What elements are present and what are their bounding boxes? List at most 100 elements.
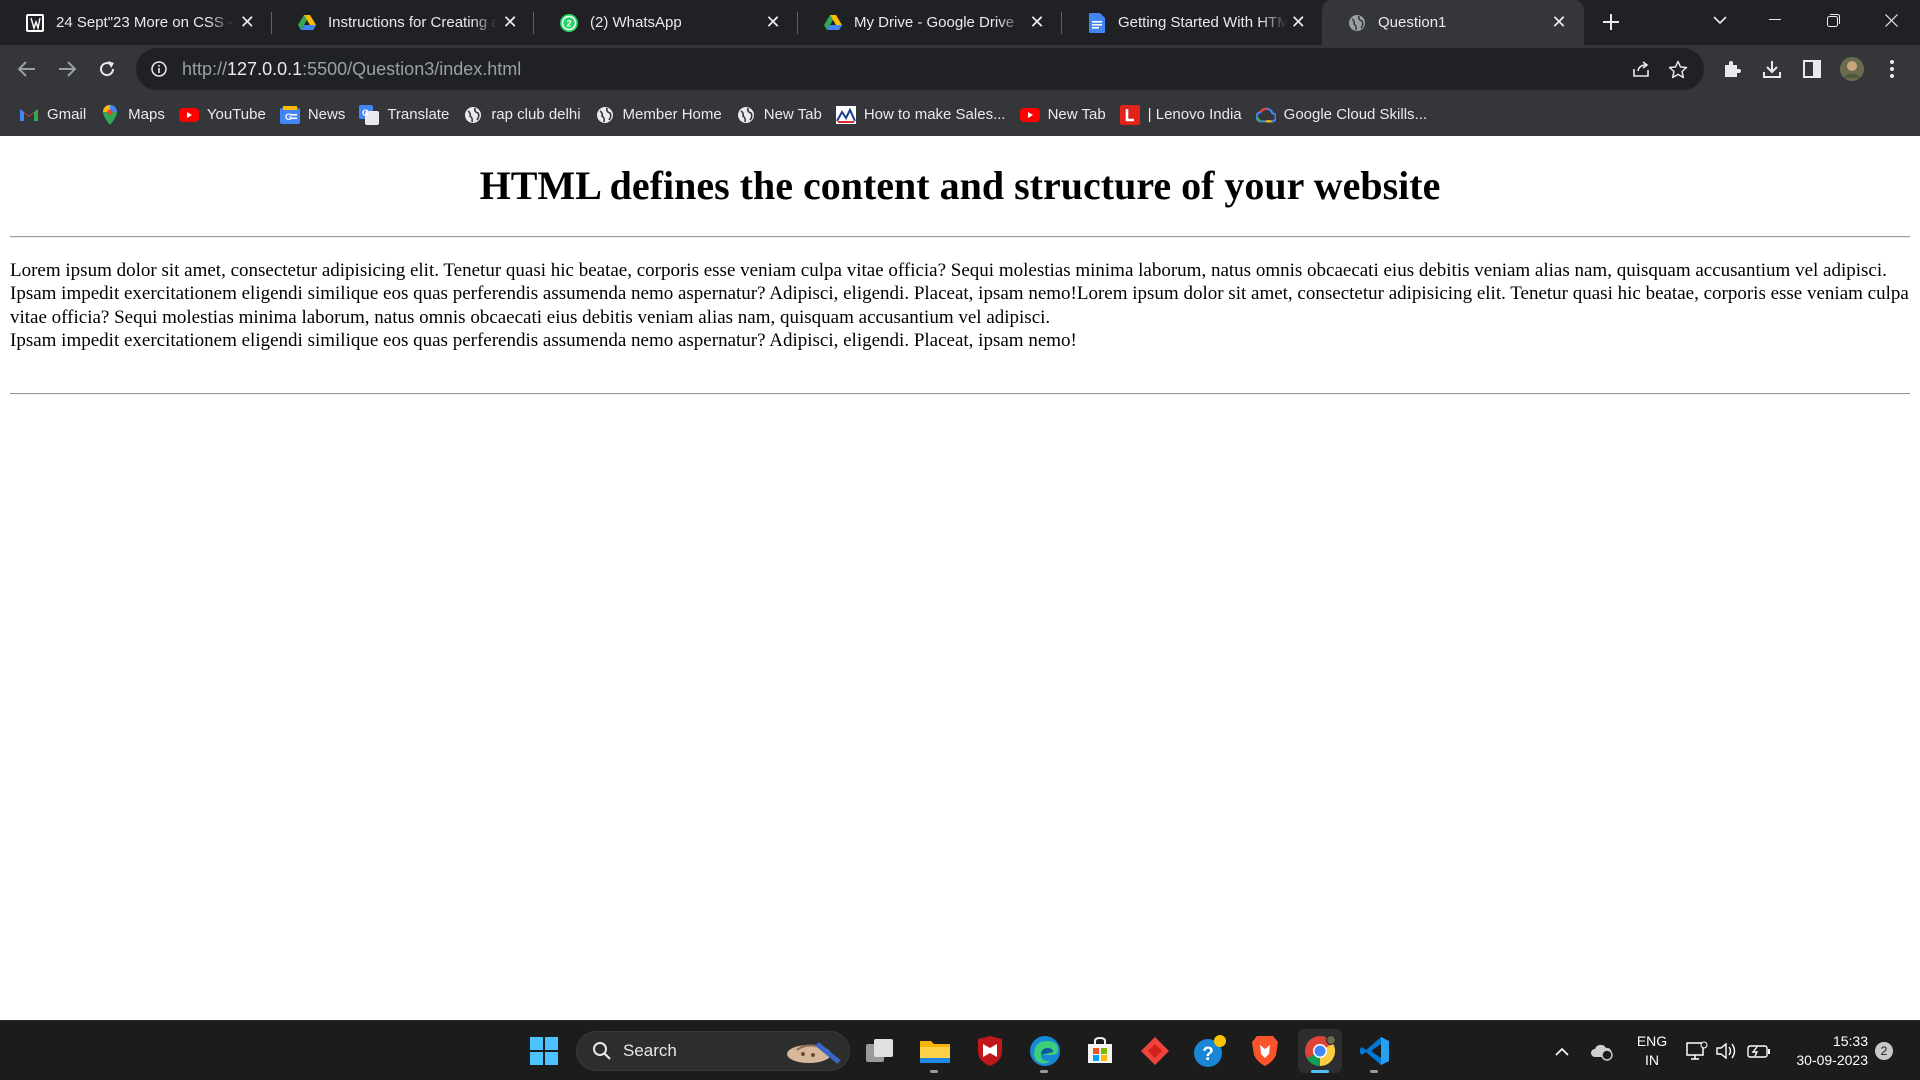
share-icon[interactable] — [1624, 51, 1660, 87]
bookmark-gmail[interactable]: Gmail — [12, 99, 93, 131]
new-tab-button[interactable] — [1595, 6, 1627, 38]
active-indicator — [1311, 1070, 1329, 1073]
toolbar-actions — [1712, 45, 1912, 93]
help-icon[interactable]: ? — [1188, 1029, 1232, 1073]
tab-question1-active[interactable]: Question1 ✕ — [1322, 0, 1584, 45]
globe-icon — [736, 105, 756, 125]
running-indicator — [1370, 1070, 1378, 1073]
globe-icon — [1346, 12, 1368, 34]
close-icon[interactable]: ✕ — [760, 10, 786, 36]
edge-browser-icon[interactable] — [1023, 1029, 1067, 1073]
task-view-icon[interactable] — [858, 1029, 902, 1073]
bookmark-new-tab-youtube[interactable]: New Tab — [1013, 99, 1113, 131]
text-line: Lorem ipsum dolor sit amet, consectetur … — [10, 260, 1887, 281]
bookmark-google-cloud-skills[interactable]: Google Cloud Skills... — [1249, 99, 1434, 131]
notification-badge[interactable]: 2 — [1875, 1042, 1893, 1060]
close-icon[interactable]: ✕ — [1287, 10, 1310, 36]
horizontal-rule-top — [10, 236, 1910, 238]
clock[interactable]: 15:33 30-09-2023 — [1780, 1032, 1868, 1070]
svg-text:G: G — [362, 108, 369, 118]
bookmark-lenovo-india[interactable]: | Lenovo India — [1113, 99, 1249, 131]
bookmark-youtube[interactable]: YouTube — [172, 99, 273, 131]
horizontal-rule-bottom — [10, 393, 1910, 395]
whatsapp-icon: 2 — [558, 12, 580, 34]
youtube-icon — [1019, 105, 1040, 125]
back-button[interactable] — [10, 52, 44, 86]
close-icon[interactable]: ✕ — [498, 10, 522, 36]
onedrive-sync-icon[interactable] — [1580, 1029, 1624, 1073]
address-bar[interactable]: http://127.0.0.1:5500/Question3/index.ht… — [136, 48, 1704, 90]
tab-2[interactable]: Instructions for Creating an ✕ — [272, 0, 534, 45]
side-panel-icon[interactable] — [1792, 49, 1832, 89]
tab-5[interactable]: Getting Started With HTML ✕ — [1062, 0, 1322, 45]
profile-avatar[interactable] — [1832, 49, 1872, 89]
network-icon[interactable] — [1685, 1029, 1709, 1073]
reload-button[interactable] — [90, 52, 124, 86]
search-label: Search — [623, 1041, 677, 1060]
file-explorer-icon[interactable] — [913, 1029, 957, 1073]
chrome-browser-icon[interactable] — [1298, 1029, 1342, 1073]
body-text: Lorem ipsum dolor sit amet, consectetur … — [10, 259, 1912, 352]
tab-title: Instructions for Creating an — [328, 14, 499, 31]
bookmark-label: Maps — [128, 106, 165, 123]
site-icon — [835, 105, 856, 125]
bookmark-label: YouTube — [206, 106, 266, 123]
text-line: Ipsam impedit exercitationem eligendi si… — [10, 283, 1909, 328]
bookmark-star-icon[interactable] — [1660, 51, 1696, 87]
gmail-icon — [19, 105, 39, 125]
windows-start-icon[interactable] — [522, 1029, 566, 1073]
menu-kebab-icon[interactable] — [1872, 49, 1912, 89]
tab-4[interactable]: My Drive - Google Drive ✕ — [798, 0, 1062, 45]
bookmark-label: Translate — [387, 106, 450, 123]
brave-browser-icon[interactable] — [1243, 1029, 1287, 1073]
google-cloud-icon — [1255, 105, 1276, 125]
close-icon[interactable]: ✕ — [1546, 10, 1572, 36]
running-indicator — [930, 1070, 938, 1073]
bookmark-maps[interactable]: Maps — [93, 99, 172, 131]
restore-button[interactable] — [1804, 0, 1862, 40]
extensions-puzzle-icon[interactable] — [1712, 49, 1752, 89]
bookmark-label: Gmail — [47, 106, 87, 123]
bookmark-translate[interactable]: G Translate — [352, 99, 456, 131]
maps-icon — [100, 104, 120, 125]
google-drive-icon — [296, 12, 318, 34]
volume-icon[interactable] — [1712, 1029, 1742, 1073]
close-window-button[interactable] — [1862, 0, 1920, 40]
anydesk-icon[interactable] — [1133, 1029, 1177, 1073]
bookmark-new-tab[interactable]: New Tab — [729, 99, 829, 131]
show-hidden-icons-chevron-icon[interactable] — [1540, 1029, 1584, 1073]
browser-window-chrome: 24 Sept"23 More on CSS - ✕ Instructions … — [0, 0, 1920, 136]
region-code: IN — [1645, 1052, 1659, 1068]
bookmark-label: New Tab — [763, 106, 822, 123]
bookmark-label: Member Home — [622, 106, 722, 123]
input-language-indicator[interactable]: ENG IN — [1632, 1032, 1672, 1070]
bookmark-member-home[interactable]: Member Home — [588, 99, 729, 131]
vscode-icon[interactable] — [1353, 1029, 1397, 1073]
time: 15:33 — [1832, 1033, 1868, 1049]
mcafee-icon[interactable] — [968, 1029, 1012, 1073]
globe-icon — [463, 105, 483, 125]
download-icon[interactable] — [1752, 49, 1792, 89]
tab-search-chevron-icon[interactable] — [1704, 6, 1736, 34]
battery-icon[interactable] — [1744, 1029, 1774, 1073]
svg-text:G: G — [285, 112, 292, 122]
taskbar-search-box[interactable]: Search — [576, 1031, 850, 1071]
tab-3[interactable]: 2 (2) WhatsApp ✕ — [534, 0, 798, 45]
running-indicator — [1040, 1070, 1048, 1073]
tab-title: (2) WhatsApp — [590, 14, 682, 31]
forward-button[interactable] — [50, 52, 84, 86]
bookmark-label: rap club delhi — [491, 106, 581, 123]
close-icon[interactable]: ✕ — [235, 10, 260, 36]
bookmark-rap-club-delhi[interactable]: rap club delhi — [456, 99, 587, 131]
bookmark-news[interactable]: G News — [273, 99, 353, 131]
site-info-icon[interactable] — [148, 58, 170, 80]
microsoft-store-icon[interactable] — [1078, 1029, 1122, 1073]
tab-1[interactable]: 24 Sept"23 More on CSS - ✕ — [0, 0, 272, 45]
lenovo-icon — [1119, 104, 1140, 125]
bookmark-how-to-make-sales[interactable]: How to make Sales... — [829, 99, 1013, 131]
close-icon[interactable]: ✕ — [1024, 10, 1050, 36]
language-code: ENG — [1636, 1033, 1668, 1049]
minimize-button[interactable] — [1746, 0, 1804, 40]
url-text: http://127.0.0.1:5500/Question3/index.ht… — [182, 59, 521, 80]
search-icon — [591, 1040, 613, 1062]
